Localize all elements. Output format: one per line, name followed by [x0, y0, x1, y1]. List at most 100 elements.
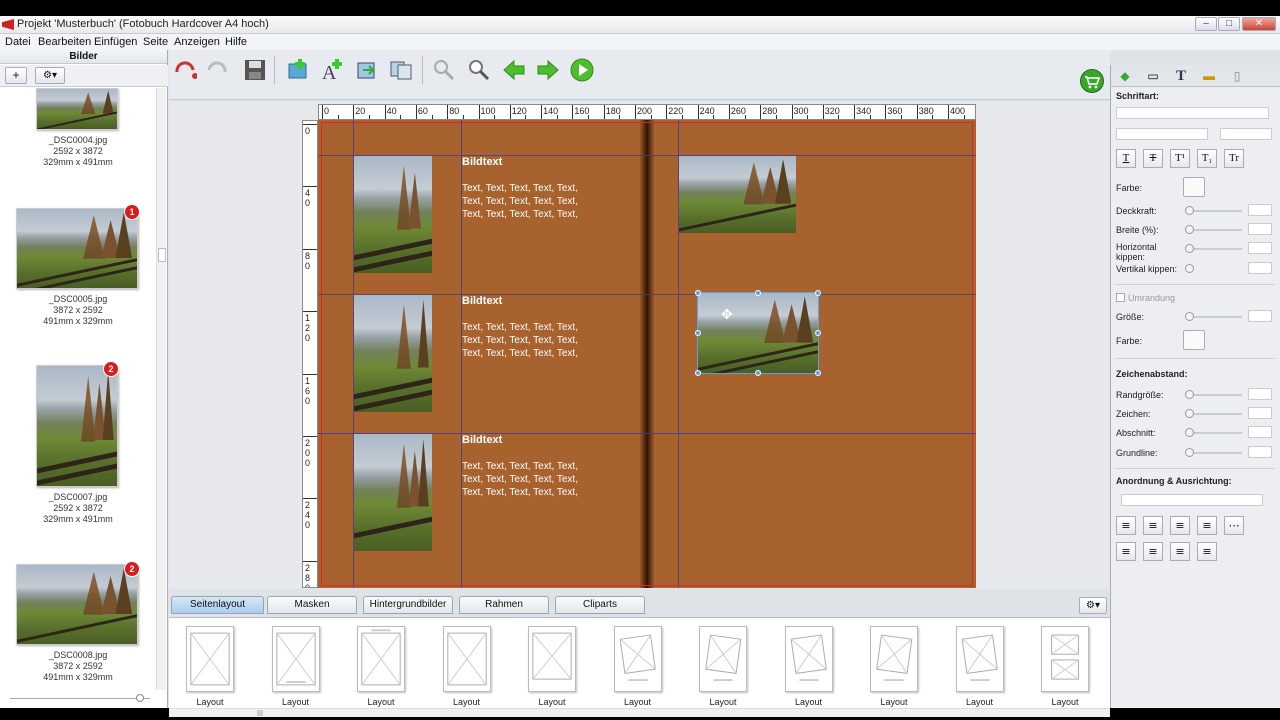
- baseline-slider[interactable]: [1186, 452, 1242, 454]
- resize-handle[interactable]: [695, 290, 701, 296]
- char-spacing-input[interactable]: [1248, 407, 1272, 419]
- margin-slider[interactable]: [1186, 394, 1242, 396]
- zoom-out-icon[interactable]: [432, 58, 456, 82]
- arrangement-select[interactable]: [1121, 494, 1263, 506]
- tab-hintergrundbilder[interactable]: Hintergrundbilder: [363, 596, 453, 614]
- font-style-select[interactable]: [1116, 128, 1208, 140]
- align-center-button[interactable]: ≡: [1143, 516, 1163, 535]
- image-caption-heading[interactable]: Bildtext: [462, 156, 502, 168]
- umrandung-checkbox[interactable]: [1116, 293, 1125, 302]
- char-spacing-slider[interactable]: [1186, 413, 1242, 415]
- menu-bearbeiten[interactable]: Bearbeiten: [38, 36, 91, 48]
- opacity-slider-knob[interactable]: [1185, 206, 1194, 215]
- resize-handle[interactable]: [755, 290, 761, 296]
- layout-thumbnail[interactable]: [870, 626, 918, 692]
- maximize-button[interactable]: □: [1218, 17, 1240, 31]
- text-color-swatch[interactable]: [1183, 177, 1205, 197]
- image-caption-text[interactable]: Text, Text, Text, Text, Text, Text, Text…: [462, 460, 578, 499]
- ruler-props-tab-icon[interactable]: ▬: [1200, 68, 1218, 84]
- paragraph-spacing-slider[interactable]: [1186, 432, 1242, 434]
- image-caption-text[interactable]: Text, Text, Text, Text, Text, Text, Text…: [462, 182, 578, 221]
- replace-image-icon[interactable]: [389, 58, 413, 82]
- close-button[interactable]: ✕: [1242, 17, 1276, 31]
- resize-handle[interactable]: [695, 330, 701, 336]
- resize-handle[interactable]: [815, 290, 821, 296]
- selected-page-photo[interactable]: [697, 292, 819, 374]
- tab-cliparts[interactable]: Cliparts: [555, 596, 645, 614]
- tab-seitenlayout[interactable]: Seitenlayout: [171, 596, 264, 614]
- undo-icon[interactable]: [173, 58, 197, 82]
- image-thumbnail[interactable]: [16, 208, 138, 289]
- border-size-slider[interactable]: [1186, 316, 1242, 318]
- paragraph-spacing-knob[interactable]: [1185, 428, 1194, 437]
- image-caption-heading[interactable]: Bildtext: [462, 295, 502, 307]
- resize-handle[interactable]: [815, 330, 821, 336]
- border-size-knob[interactable]: [1185, 312, 1194, 321]
- page-photo[interactable]: [679, 156, 796, 233]
- horizontal-flip-input[interactable]: [1248, 242, 1272, 254]
- save-icon[interactable]: [243, 58, 267, 82]
- image-thumbnail[interactable]: [16, 564, 138, 645]
- baseline-input[interactable]: [1248, 446, 1272, 458]
- resize-handle[interactable]: [815, 370, 821, 376]
- zoom-in-icon[interactable]: [467, 58, 491, 82]
- photobook-spread[interactable]: Bildtext Text, Text, Text, Text, Text, T…: [318, 120, 976, 588]
- add-text-icon[interactable]: A: [320, 58, 344, 82]
- page-props-tab-icon[interactable]: ▯: [1228, 68, 1246, 84]
- opacity-input[interactable]: [1248, 204, 1272, 216]
- play-preview-icon[interactable]: [570, 58, 594, 82]
- page-photo[interactable]: [354, 295, 432, 412]
- width-slider[interactable]: [1186, 229, 1242, 231]
- align-justify-button[interactable]: ≡: [1197, 516, 1217, 535]
- menu-datei[interactable]: Datei: [5, 36, 31, 48]
- font-family-select[interactable]: [1116, 107, 1269, 119]
- next-page-icon[interactable]: [536, 58, 560, 82]
- layout-thumbnail[interactable]: [528, 626, 576, 692]
- text-props-tab-icon[interactable]: T: [1172, 68, 1190, 84]
- minimize-button[interactable]: –: [1195, 17, 1217, 31]
- width-input[interactable]: [1248, 223, 1272, 235]
- layout-thumbnail[interactable]: [271, 626, 320, 692]
- paragraph-spacing-input[interactable]: [1248, 426, 1272, 438]
- align-left-button[interactable]: ≡: [1116, 516, 1136, 535]
- scrollbar-thumb[interactable]: [257, 710, 263, 716]
- vertical-flip-knob[interactable]: [1185, 264, 1194, 273]
- layout-thumbnail[interactable]: [357, 626, 405, 692]
- superscript-button[interactable]: T¹: [1170, 149, 1190, 168]
- border-color-swatch[interactable]: [1183, 330, 1205, 350]
- tab-masken[interactable]: Masken: [267, 596, 357, 614]
- gear-menu-button[interactable]: ⚙▾: [35, 67, 65, 84]
- vertical-flip-input[interactable]: [1248, 262, 1272, 274]
- image-list-scrollbar[interactable]: [156, 88, 166, 690]
- valign-middle-button[interactable]: ≡: [1143, 542, 1163, 561]
- scrollbar-thumb[interactable]: [158, 248, 166, 262]
- page-photo[interactable]: [354, 434, 432, 551]
- menu-einfuegen[interactable]: Einfügen: [94, 36, 137, 48]
- image-caption-text[interactable]: Text, Text, Text, Text, Text, Text, Text…: [462, 321, 578, 360]
- baseline-knob[interactable]: [1185, 448, 1194, 457]
- align-right-button[interactable]: ≡: [1170, 516, 1190, 535]
- image-caption-heading[interactable]: Bildtext: [462, 434, 502, 446]
- opacity-slider[interactable]: [1186, 210, 1242, 212]
- char-spacing-knob[interactable]: [1185, 409, 1194, 418]
- distribute-button[interactable]: ⋯: [1224, 516, 1244, 535]
- frame-props-tab-icon[interactable]: ▭: [1144, 68, 1162, 84]
- tab-rahmen[interactable]: Rahmen: [459, 596, 549, 614]
- resize-handle[interactable]: [755, 370, 761, 376]
- image-thumbnail[interactable]: [36, 88, 118, 130]
- subscript-button[interactable]: T₁: [1197, 149, 1217, 168]
- margin-input[interactable]: [1248, 388, 1272, 400]
- valign-bottom-button[interactable]: ≡: [1170, 542, 1190, 561]
- redo-icon[interactable]: [205, 58, 229, 82]
- layout-thumbnail[interactable]: [613, 626, 662, 692]
- layout-gallery-scrollbar[interactable]: [169, 708, 1110, 717]
- import-icon[interactable]: [355, 58, 379, 82]
- horizontal-flip-slider[interactable]: [1186, 248, 1242, 250]
- font-size-select[interactable]: [1220, 128, 1272, 140]
- valign-top-button[interactable]: ≡: [1116, 542, 1136, 561]
- menu-anzeigen[interactable]: Anzeigen: [174, 36, 220, 48]
- layout-thumbnail[interactable]: [955, 626, 1004, 692]
- underline-button[interactable]: T: [1116, 149, 1136, 168]
- add-image-icon[interactable]: [286, 58, 310, 82]
- valign-justify-button[interactable]: ≡: [1197, 542, 1217, 561]
